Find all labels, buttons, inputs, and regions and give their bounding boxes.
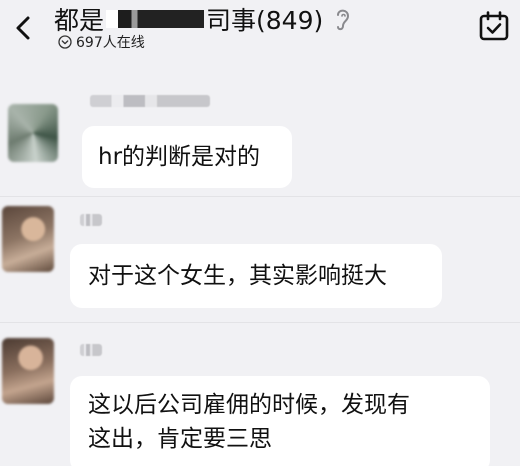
message-text-line: 这以后公司雇佣的时候，发现有	[88, 392, 410, 418]
message-text: 对于这个女生，其实影响挺大	[88, 263, 387, 289]
sender-name-redacted	[80, 214, 102, 226]
avatar[interactable]	[2, 338, 54, 404]
message-bubble[interactable]: 对于这个女生，其实影响挺大	[70, 244, 442, 308]
message-divider	[0, 322, 520, 323]
redacted-title-block	[106, 10, 205, 28]
calendar-check-icon[interactable]	[478, 10, 510, 42]
chat-header: 都是 司事(849) 697人在线	[0, 0, 520, 64]
sender-name-redacted	[90, 95, 210, 107]
avatar[interactable]	[8, 104, 58, 162]
sender-name-redacted	[80, 344, 102, 356]
message-bubble[interactable]: hr的判断是对的	[82, 126, 292, 188]
chevron-down-circle-icon	[58, 35, 72, 49]
message-bubble[interactable]: 这以后公司雇佣的时候，发现有 这出，肯定要三思	[70, 376, 490, 466]
ear-icon	[337, 9, 350, 31]
online-status: 697人在线	[58, 32, 145, 52]
group-title-suffix: 司事(849)	[206, 6, 324, 35]
message-divider	[0, 196, 520, 197]
back-arrow-icon[interactable]	[6, 10, 42, 46]
avatar[interactable]	[2, 206, 54, 272]
online-count: 697人在线	[76, 35, 145, 51]
message-text: hr的判断是对的	[98, 144, 261, 170]
message-text-line: 这出，肯定要三思	[88, 426, 272, 452]
group-title[interactable]: 都是 司事(849)	[54, 2, 353, 36]
